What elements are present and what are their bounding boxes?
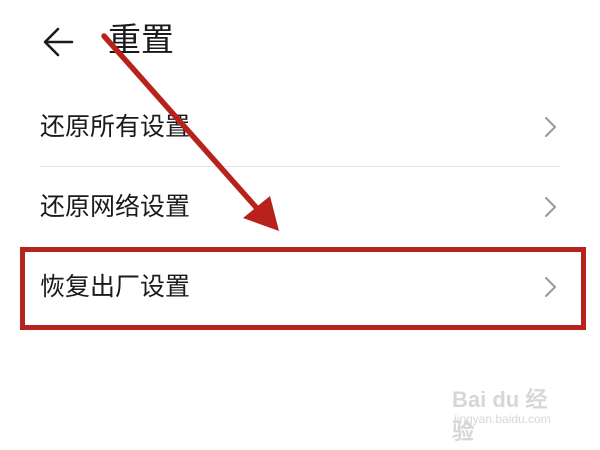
chevron-right-icon <box>545 117 556 137</box>
menu-item-label: 恢复出厂设置 <box>40 272 191 301</box>
page-title: 重置 <box>108 20 174 59</box>
menu-item-label: 还原所有设置 <box>40 112 191 141</box>
header: 重置 <box>0 0 600 85</box>
menu-item-reset-all-settings[interactable]: 还原所有设置 <box>0 87 600 167</box>
settings-page: 重置 还原所有设置 还原网络设置 恢复出厂设置 Bai du 经验 jingya… <box>0 0 600 450</box>
chevron-right-icon <box>545 197 556 217</box>
reset-options-list: 还原所有设置 还原网络设置 恢复出厂设置 <box>0 87 600 327</box>
watermark-url: jingyan.baidu.com <box>454 412 551 426</box>
menu-item-reset-network-settings[interactable]: 还原网络设置 <box>0 167 600 247</box>
menu-item-label: 还原网络设置 <box>40 192 191 221</box>
arrow-left-icon <box>43 27 74 57</box>
menu-item-factory-reset[interactable]: 恢复出厂设置 <box>0 247 600 327</box>
chevron-right-icon <box>545 277 556 297</box>
watermark: Bai du 经验 jingyan.baidu.com <box>452 382 564 444</box>
back-button[interactable] <box>40 22 80 62</box>
